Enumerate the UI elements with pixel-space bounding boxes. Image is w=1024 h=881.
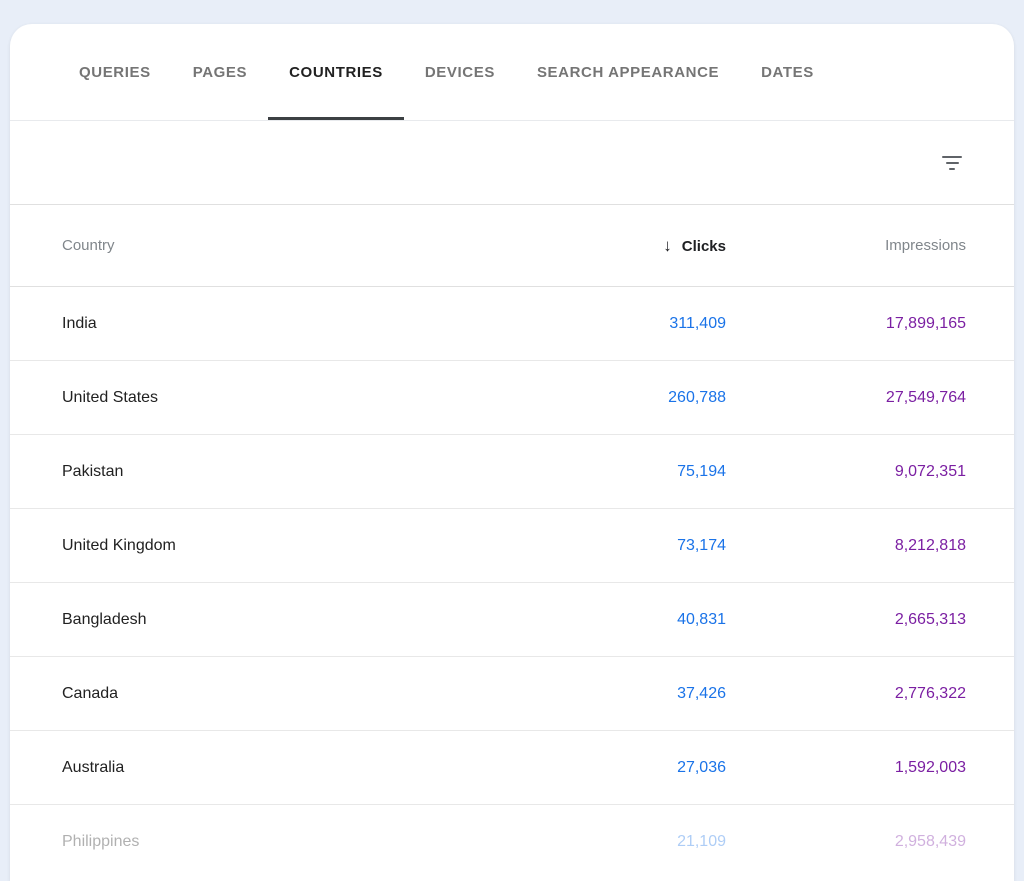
table-row[interactable]: Bangladesh 40,831 2,665,313 [10,583,1014,657]
impressions-cell: 9,072,351 [726,463,966,481]
clicks-cell: 73,174 [536,537,726,555]
sort-descending-icon: ↓ [663,236,672,256]
tab-label: SEARCH APPEARANCE [537,64,719,81]
tab-label: COUNTRIES [289,64,383,81]
filter-toolbar [10,121,1014,205]
table-row[interactable]: United Kingdom 73,174 8,212,818 [10,509,1014,583]
clicks-cell: 260,788 [536,389,726,407]
clicks-cell: 27,036 [536,759,726,777]
impressions-cell: 27,549,764 [726,389,966,407]
country-cell: Philippines [62,833,536,851]
tab-label: QUERIES [79,64,151,81]
impressions-cell: 1,592,003 [726,759,966,777]
tab-countries[interactable]: COUNTRIES [268,24,404,120]
table-row[interactable]: Canada 37,426 2,776,322 [10,657,1014,731]
table-body: India 311,409 17,899,165 United States 2… [10,287,1014,879]
country-cell: United States [62,389,536,407]
clicks-cell: 75,194 [536,463,726,481]
tab-label: PAGES [193,64,247,81]
country-cell: Pakistan [62,463,536,481]
tab-search-appearance[interactable]: SEARCH APPEARANCE [516,24,740,120]
impressions-cell: 8,212,818 [726,537,966,555]
tab-devices[interactable]: DEVICES [404,24,516,120]
country-cell: Canada [62,685,536,703]
table-row[interactable]: India 311,409 17,899,165 [10,287,1014,361]
table-row[interactable]: Australia 27,036 1,592,003 [10,731,1014,805]
tab-pages[interactable]: PAGES [172,24,268,120]
table-row[interactable]: Philippines 21,109 2,958,439 [10,805,1014,879]
clicks-cell: 21,109 [536,833,726,851]
clicks-cell: 311,409 [536,315,726,333]
tab-dates[interactable]: DATES [740,24,835,120]
column-header-clicks-label: Clicks [682,238,726,255]
country-cell: Australia [62,759,536,777]
clicks-cell: 40,831 [536,611,726,629]
tab-bar: QUERIES PAGES COUNTRIES DEVICES SEARCH A… [10,24,1014,121]
clicks-cell: 37,426 [536,685,726,703]
impressions-cell: 2,665,313 [726,611,966,629]
search-console-panel: QUERIES PAGES COUNTRIES DEVICES SEARCH A… [10,24,1014,881]
country-cell: Bangladesh [62,611,536,629]
impressions-cell: 2,776,322 [726,685,966,703]
filter-icon[interactable] [938,149,966,177]
tab-label: DATES [761,64,814,81]
table-header: Country ↓ Clicks Impressions [10,205,1014,287]
table-row[interactable]: United States 260,788 27,549,764 [10,361,1014,435]
column-header-clicks[interactable]: ↓ Clicks [536,236,726,256]
tab-label: DEVICES [425,64,495,81]
table-row[interactable]: Pakistan 75,194 9,072,351 [10,435,1014,509]
column-header-impressions[interactable]: Impressions [726,237,966,254]
column-header-country[interactable]: Country [62,237,536,254]
country-cell: United Kingdom [62,537,536,555]
country-cell: India [62,315,536,333]
tab-queries[interactable]: QUERIES [58,24,172,120]
impressions-cell: 2,958,439 [726,833,966,851]
impressions-cell: 17,899,165 [726,315,966,333]
